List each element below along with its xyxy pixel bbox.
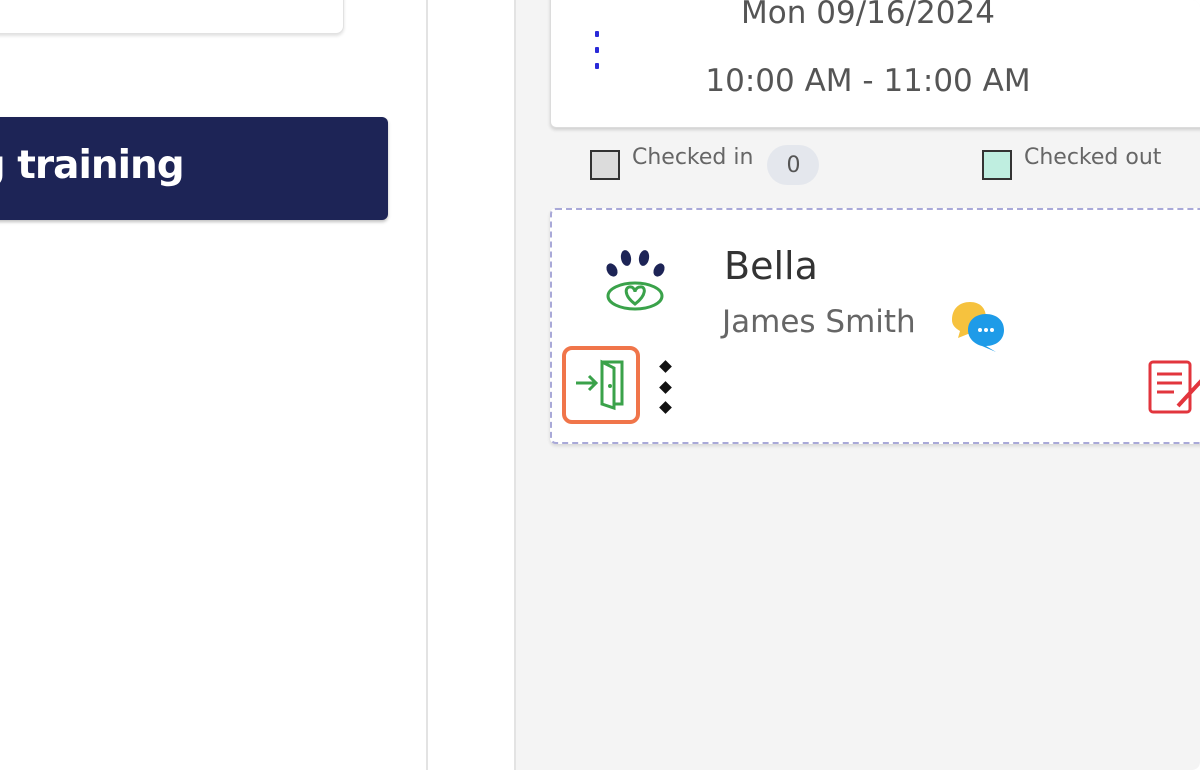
service-label: og training: [0, 143, 185, 188]
notes-edit-icon[interactable]: [1148, 358, 1200, 416]
checked-in-swatch: [590, 150, 620, 180]
middle-column: [428, 0, 514, 770]
paw-heart-icon: [600, 246, 672, 312]
check-in-button[interactable]: [562, 346, 640, 424]
appointment-card[interactable]: Mon 09/16/2024 10:00 AM - 11:00 AM: [550, 0, 1200, 128]
app-window: og training Mon 09/16/2024 10:00 AM - 11…: [0, 0, 1200, 770]
left-panel: og training: [0, 0, 426, 770]
door-enter-icon: [572, 354, 630, 416]
legend-checked-out: Checked out: [982, 145, 1161, 180]
checked-in-label: Checked in: [632, 145, 754, 170]
checked-in-count-badge: 0: [767, 145, 820, 185]
chat-bubbles-icon[interactable]: [946, 298, 1008, 354]
pet-card[interactable]: Bella James Smith: [550, 208, 1200, 444]
checked-out-label: Checked out: [1024, 145, 1162, 170]
legend-checked-in: Checked in 0: [590, 145, 820, 185]
owner-name[interactable]: James Smith: [722, 304, 916, 340]
appointment-time: 10:00 AM - 11:00 AM: [705, 63, 1031, 99]
service-item-dog-training[interactable]: og training: [0, 117, 388, 220]
pet-name[interactable]: Bella: [724, 244, 818, 288]
schedule-panel: Mon 09/16/2024 10:00 AM - 11:00 AM Check…: [516, 0, 1200, 770]
appointment-date: Mon 09/16/2024: [741, 0, 995, 31]
checked-out-swatch: [982, 150, 1012, 180]
top-card[interactable]: [0, 0, 344, 34]
pet-menu-icon[interactable]: [658, 360, 672, 414]
